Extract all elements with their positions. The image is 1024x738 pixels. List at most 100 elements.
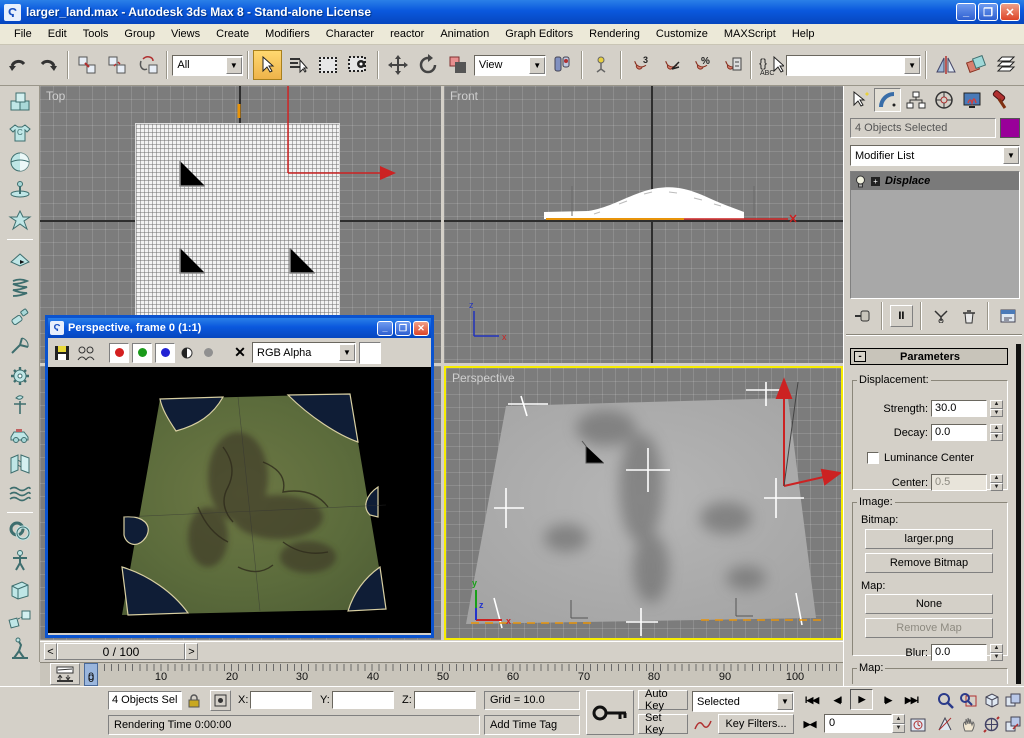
strength-field[interactable]: 30.0 [931, 400, 987, 417]
center-field[interactable]: 0.5 [931, 474, 987, 491]
x-coordinate-field[interactable] [250, 691, 312, 709]
tab-hierarchy[interactable] [902, 88, 929, 112]
blue-channel-button[interactable] [155, 343, 175, 363]
angular-damper-icon[interactable] [6, 333, 34, 359]
blur-spinner[interactable]: ▲▼ [990, 644, 1003, 661]
menu-reactor[interactable]: reactor [382, 26, 432, 42]
next-frame-button[interactable]: I▶ [876, 690, 899, 711]
modifier-visibility-lightbulb-icon[interactable] [855, 175, 866, 188]
set-keys-button[interactable] [586, 690, 634, 735]
tab-motion[interactable] [930, 88, 957, 112]
play-button[interactable]: ▶ [850, 689, 873, 710]
menu-help[interactable]: Help [784, 26, 823, 42]
menu-views[interactable]: Views [163, 26, 208, 42]
menu-edit[interactable]: Edit [40, 26, 75, 42]
next-frame-slider-button[interactable]: > [185, 643, 198, 660]
select-and-rotate-button[interactable] [413, 50, 442, 80]
close-button[interactable]: ✕ [1000, 3, 1020, 21]
select-by-name-button[interactable] [283, 50, 312, 80]
decay-spinner[interactable]: ▲▼ [990, 424, 1003, 441]
track-bar[interactable]: 0 0 10 20 30 40 50 60 70 80 90 100 [40, 662, 843, 686]
chevron-down-icon[interactable]: ▼ [529, 57, 545, 74]
redo-button[interactable] [33, 50, 62, 80]
spring-icon[interactable] [6, 275, 34, 301]
set-key-button[interactable]: Set Key [638, 714, 688, 734]
object-color-swatch[interactable] [1000, 118, 1020, 138]
render-maximize-button[interactable]: ❐ [395, 321, 411, 336]
named-selection-dropdown[interactable]: ▼ [786, 55, 921, 76]
modifier-stack[interactable]: + Displace [850, 171, 1020, 299]
select-and-link-icon[interactable] [73, 50, 102, 80]
modifier-stack-row-displace[interactable]: + Displace [851, 172, 1019, 190]
current-frame-field[interactable]: 0 [824, 714, 892, 733]
rendered-image-canvas[interactable] [48, 367, 431, 633]
luminance-center-checkbox[interactable] [867, 452, 879, 464]
mirror-button[interactable] [931, 50, 960, 80]
cloth-collection-icon[interactable]: C [6, 119, 34, 145]
clear-rendered-frame-icon[interactable]: ✕ [231, 343, 249, 363]
plane-icon[interactable] [6, 245, 34, 271]
menu-maxscript[interactable]: MAXScript [716, 26, 784, 42]
alpha-channel-icon[interactable] [178, 343, 196, 363]
menu-graph-editors[interactable]: Graph Editors [497, 26, 581, 42]
menu-character[interactable]: Character [318, 26, 382, 42]
menu-animation[interactable]: Animation [432, 26, 497, 42]
render-window-title-bar[interactable]: Ϛ Perspective, frame 0 (1:1) _ ❐ ✕ [48, 318, 431, 338]
render-close-button[interactable]: ✕ [413, 321, 429, 336]
motor-icon[interactable] [6, 363, 34, 389]
water-icon[interactable] [6, 480, 34, 506]
spinner-snap-toggle-button[interactable] [717, 50, 746, 80]
ragdoll-icon[interactable] [6, 547, 34, 573]
fracture-icon[interactable] [6, 451, 34, 477]
frame-spinner[interactable]: ▲▼ [892, 714, 905, 733]
remove-modifier-icon[interactable] [957, 305, 981, 327]
menu-create[interactable]: Create [208, 26, 257, 42]
snaps-toggle-button[interactable]: 3 [626, 50, 655, 80]
percent-snap-toggle-button[interactable]: % [686, 50, 715, 80]
menu-group[interactable]: Group [116, 26, 163, 42]
previous-frame-slider-button[interactable]: < [44, 643, 57, 660]
bind-to-space-warp-icon[interactable] [133, 50, 162, 80]
menu-file[interactable]: File [6, 26, 40, 42]
toy-car-icon[interactable] [6, 422, 34, 448]
z-coordinate-field[interactable] [414, 691, 476, 709]
chevron-down-icon[interactable]: ▼ [226, 57, 242, 74]
torus-knot-icon[interactable] [6, 518, 34, 544]
previous-frame-button[interactable]: ◀I [826, 690, 849, 711]
background-color-swatch[interactable] [359, 342, 381, 364]
red-channel-button[interactable] [109, 343, 129, 363]
viewport-front[interactable]: Front z x [444, 86, 843, 363]
zoom-all-icon[interactable] [957, 689, 979, 711]
window-crossing-toggle-button[interactable] [344, 50, 373, 80]
chevron-down-icon[interactable]: ▼ [777, 693, 793, 710]
open-mini-curve-editor-button[interactable] [50, 663, 80, 685]
remove-map-button[interactable]: Remove Map [865, 618, 993, 638]
auto-key-button[interactable]: Auto Key [638, 690, 688, 710]
bitmap-button[interactable]: larger.png [865, 529, 993, 549]
selection-lock-toggle-icon[interactable] [185, 691, 203, 710]
go-to-start-button[interactable]: I◀◀ [800, 690, 823, 711]
wind-icon[interactable] [6, 392, 34, 418]
viewport-perspective[interactable]: Perspective [444, 366, 843, 640]
go-to-end-button[interactable]: ▶▶I [900, 690, 923, 711]
chevron-down-icon[interactable]: ▼ [1003, 147, 1019, 164]
make-unique-icon[interactable] [929, 305, 953, 327]
monochrome-icon[interactable] [199, 343, 217, 363]
y-coordinate-field[interactable] [332, 691, 394, 709]
layer-manager-button[interactable] [992, 50, 1021, 80]
modifier-name[interactable]: Displace [885, 175, 930, 187]
use-pivot-point-center-button[interactable] [547, 50, 576, 80]
min-max-toggle-icon[interactable] [1002, 713, 1024, 735]
object-name-field[interactable]: 4 Objects Selected [850, 118, 996, 138]
zoom-icon[interactable] [934, 689, 956, 711]
minimize-button[interactable]: _ [956, 3, 976, 21]
angle-snap-toggle-button[interactable] [656, 50, 685, 80]
remove-bitmap-button[interactable]: Remove Bitmap [865, 553, 993, 573]
viewport-perspective-label[interactable]: Perspective [452, 371, 515, 385]
rectangular-selection-region-button[interactable] [313, 50, 342, 80]
save-bitmap-icon[interactable] [52, 343, 72, 363]
restore-button[interactable]: ❐ [978, 3, 998, 21]
absolute-offset-mode-toggle[interactable] [210, 690, 231, 711]
blur-field[interactable]: 0.0 [931, 644, 987, 661]
field-of-view-icon[interactable] [934, 713, 956, 735]
